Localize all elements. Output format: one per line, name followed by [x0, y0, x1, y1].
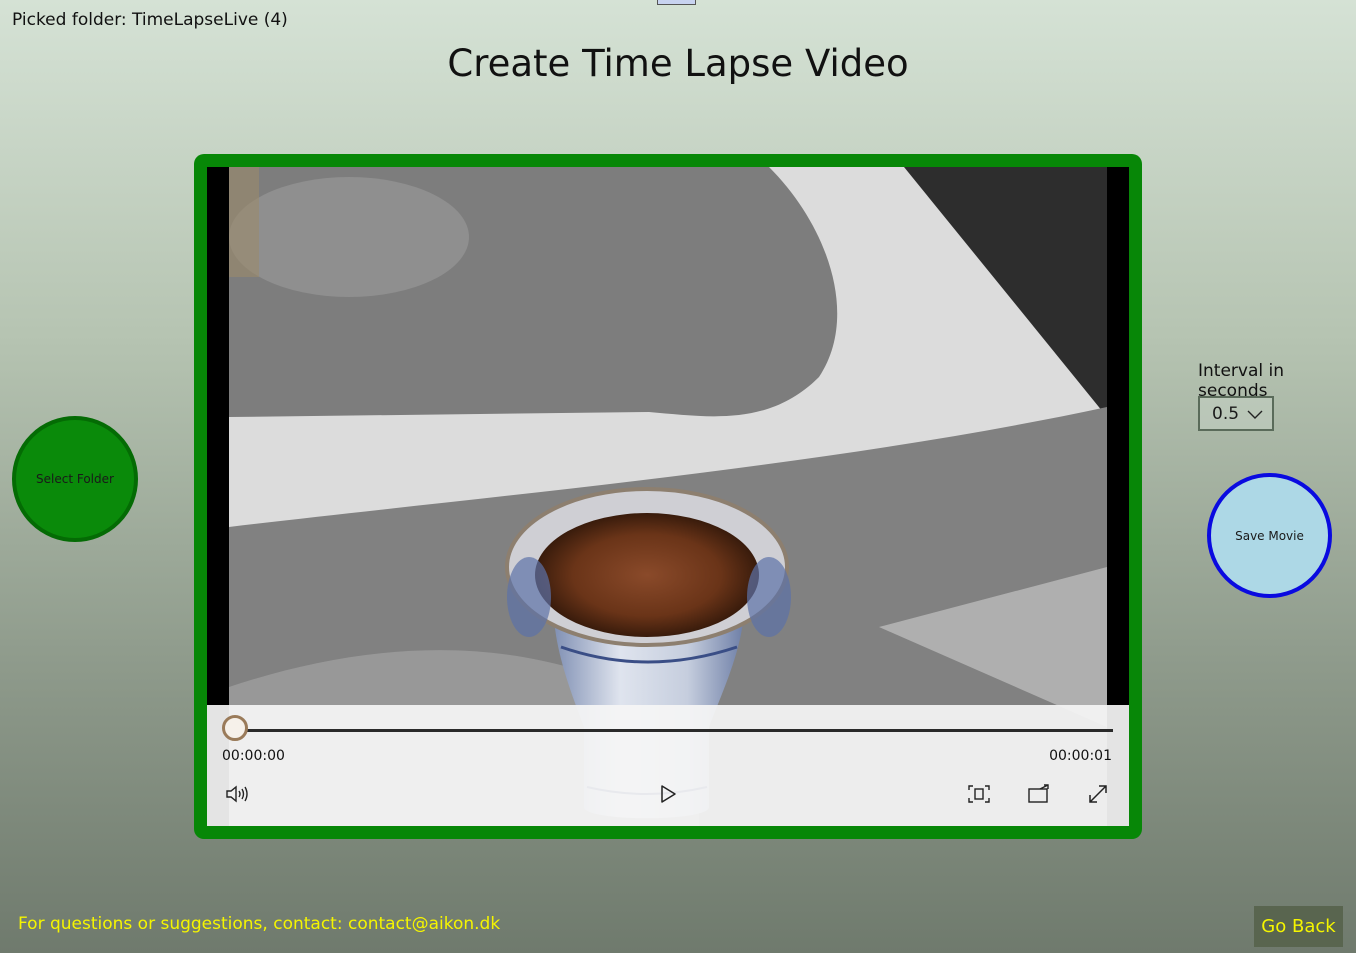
picked-folder-label: Picked folder: TimeLapseLive (4)	[12, 10, 288, 30]
zoom-fit-icon	[968, 785, 990, 803]
volume-icon	[226, 785, 248, 803]
seek-track[interactable]	[237, 729, 1113, 732]
contact-text: For questions or suggestions, contact: c…	[18, 914, 501, 934]
top-tab-indicator	[657, 0, 696, 5]
cast-icon	[1028, 784, 1049, 803]
player-controls: 00:00:00 00:00:01	[207, 705, 1129, 826]
play-icon	[661, 785, 676, 803]
volume-button[interactable]	[222, 779, 252, 809]
interval-value: 0.5	[1212, 403, 1240, 424]
play-button[interactable]	[653, 779, 683, 809]
seek-thumb[interactable]	[222, 715, 248, 741]
total-time: 00:00:01	[1049, 748, 1112, 764]
interval-label: Interval in seconds	[1198, 361, 1285, 401]
select-folder-label: Select Folder	[36, 472, 114, 486]
go-back-button[interactable]: Go Back	[1254, 906, 1343, 947]
save-movie-button[interactable]: Save Movie	[1207, 473, 1332, 598]
interval-dropdown[interactable]: 0.5	[1198, 396, 1274, 431]
cast-button[interactable]	[1024, 779, 1054, 809]
fullscreen-icon	[1089, 785, 1107, 803]
zoom-fit-button[interactable]	[964, 779, 994, 809]
current-time: 00:00:00	[222, 748, 285, 764]
video-player[interactable]: 00:00:00 00:00:01	[207, 167, 1129, 826]
page-title: Create Time Lapse Video	[447, 42, 909, 85]
fullscreen-button[interactable]	[1083, 779, 1113, 809]
chevron-down-icon	[1247, 410, 1263, 419]
select-folder-button[interactable]: Select Folder	[12, 416, 138, 542]
save-movie-label: Save Movie	[1235, 528, 1304, 543]
go-back-label: Go Back	[1261, 916, 1336, 937]
